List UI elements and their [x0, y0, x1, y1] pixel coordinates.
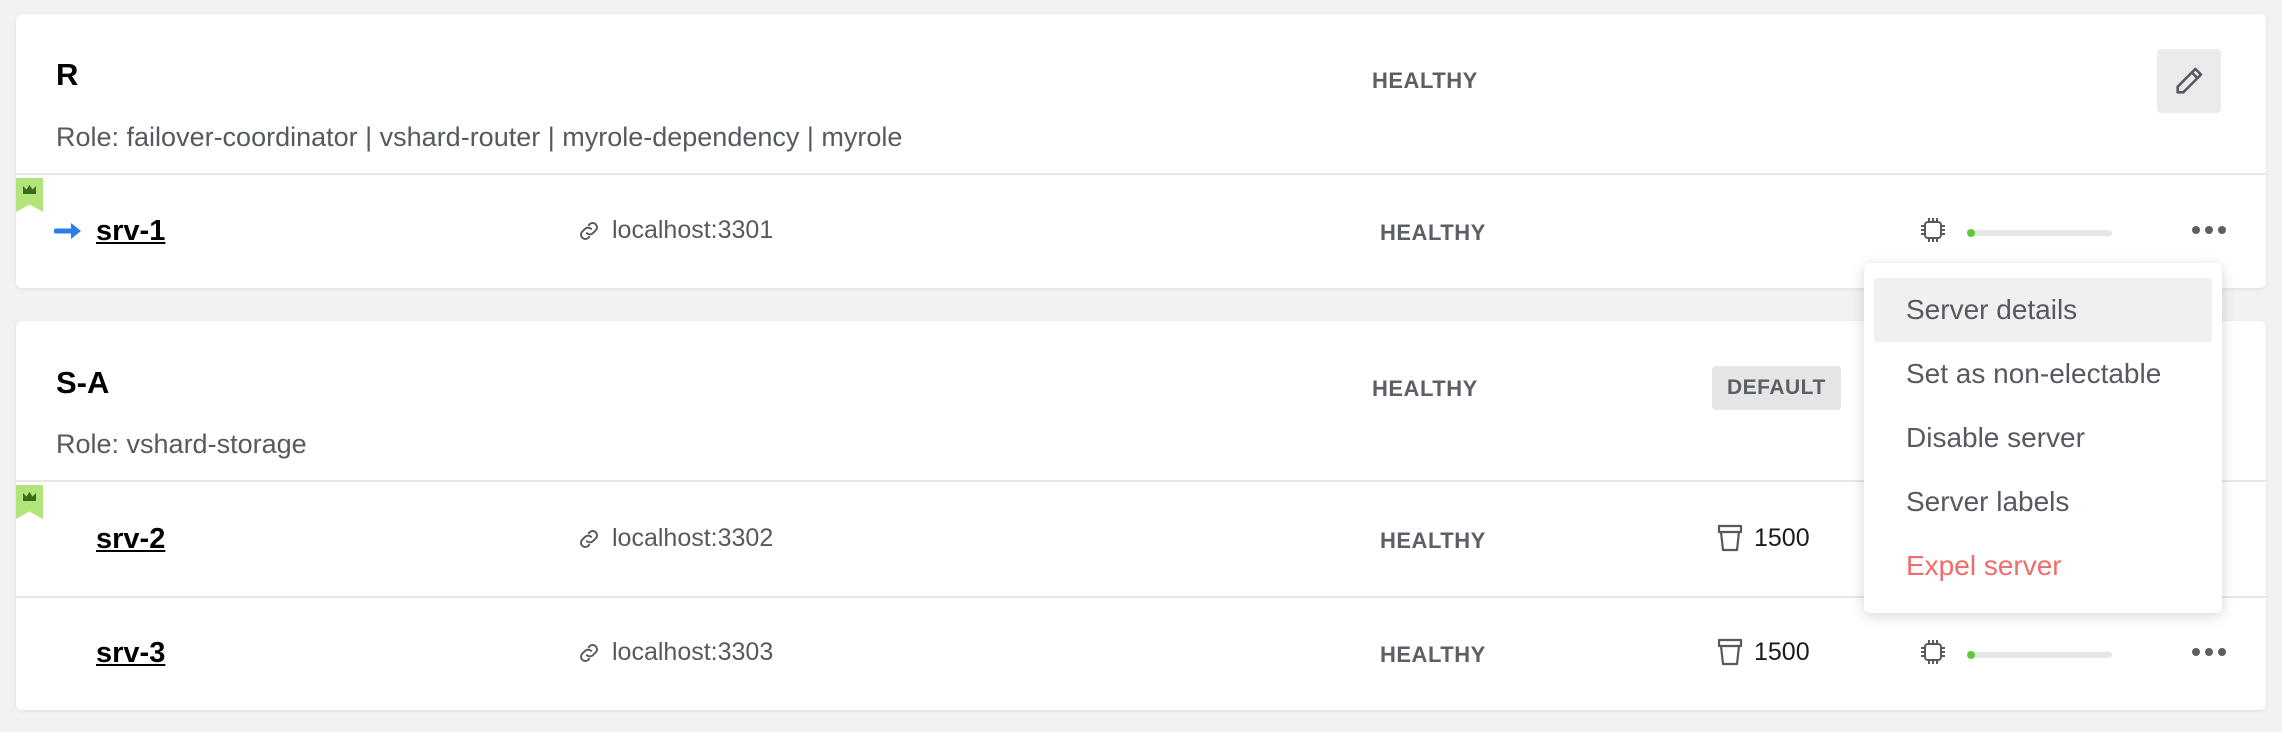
crown-icon [23, 492, 36, 501]
server-uri-text: localhost:3302 [612, 524, 774, 552]
server-status: HEALTHY [1380, 528, 1486, 553]
replicaset-name: R [56, 57, 79, 92]
server-uri-text: localhost:3303 [612, 638, 774, 666]
bucket-count: 1500 [1716, 637, 1810, 667]
memory-usage-fill [1967, 229, 1975, 237]
server-uri: localhost:3302 [576, 524, 773, 553]
menu-item-server-labels[interactable]: Server labels [1874, 470, 2212, 534]
bucket-count-text: 1500 [1754, 523, 1810, 552]
edit-replicaset-button[interactable] [2157, 49, 2221, 113]
bucket-icon [1717, 524, 1743, 552]
replicaset-roles: Role: failover-coordinator | vshard-rout… [56, 122, 903, 152]
leader-flag [16, 178, 43, 212]
leader-flag [16, 485, 43, 519]
server-status: HEALTHY [1380, 220, 1486, 245]
arrow-right-icon [54, 223, 81, 239]
server-actions-menu: Server details Set as non-electable Disa… [1864, 263, 2222, 613]
replicaset-name: S-A [56, 365, 110, 400]
link-icon [580, 643, 598, 662]
crown-icon [23, 185, 36, 194]
link-icon [580, 221, 598, 240]
more-horizontal-icon[interactable] [2192, 648, 2226, 656]
bucket-count: 1500 [1716, 523, 1810, 553]
menu-item-expel-server[interactable]: Expel server [1874, 534, 2212, 598]
link-icon [580, 529, 598, 548]
server-uri: localhost:3301 [576, 216, 773, 245]
server-link-srv-3[interactable]: srv-3 [96, 637, 165, 670]
chip-icon [1921, 640, 1945, 664]
server-uri-text: localhost:3301 [612, 216, 774, 244]
menu-item-set-non-electable[interactable]: Set as non-electable [1874, 342, 2212, 406]
memory-usage-bar [1967, 229, 2112, 237]
replicaset-status: HEALTHY [1372, 68, 1478, 93]
vshard-group-badge: DEFAULT [1712, 366, 1841, 410]
more-horizontal-icon[interactable] [2192, 226, 2226, 234]
bucket-icon [1717, 638, 1743, 666]
server-uri: localhost:3303 [576, 638, 773, 667]
memory-usage-fill [1967, 651, 1975, 659]
menu-item-disable-server[interactable]: Disable server [1874, 406, 2212, 470]
memory-usage-bar [1967, 651, 2112, 659]
replicaset-status: HEALTHY [1372, 376, 1478, 401]
menu-item-server-details[interactable]: Server details [1874, 278, 2212, 342]
bucket-count-text: 1500 [1754, 637, 1810, 666]
server-link-srv-2[interactable]: srv-2 [96, 523, 165, 556]
replicaset-card-r: R HEALTHY Role: failover-coordinator | v… [16, 14, 2266, 288]
server-link-srv-1[interactable]: srv-1 [96, 215, 165, 248]
pencil-icon [2176, 67, 2203, 94]
chip-icon [1921, 218, 1945, 242]
divider [16, 173, 2266, 175]
server-status: HEALTHY [1380, 642, 1486, 667]
replicaset-roles: Role: vshard-storage [56, 429, 307, 459]
